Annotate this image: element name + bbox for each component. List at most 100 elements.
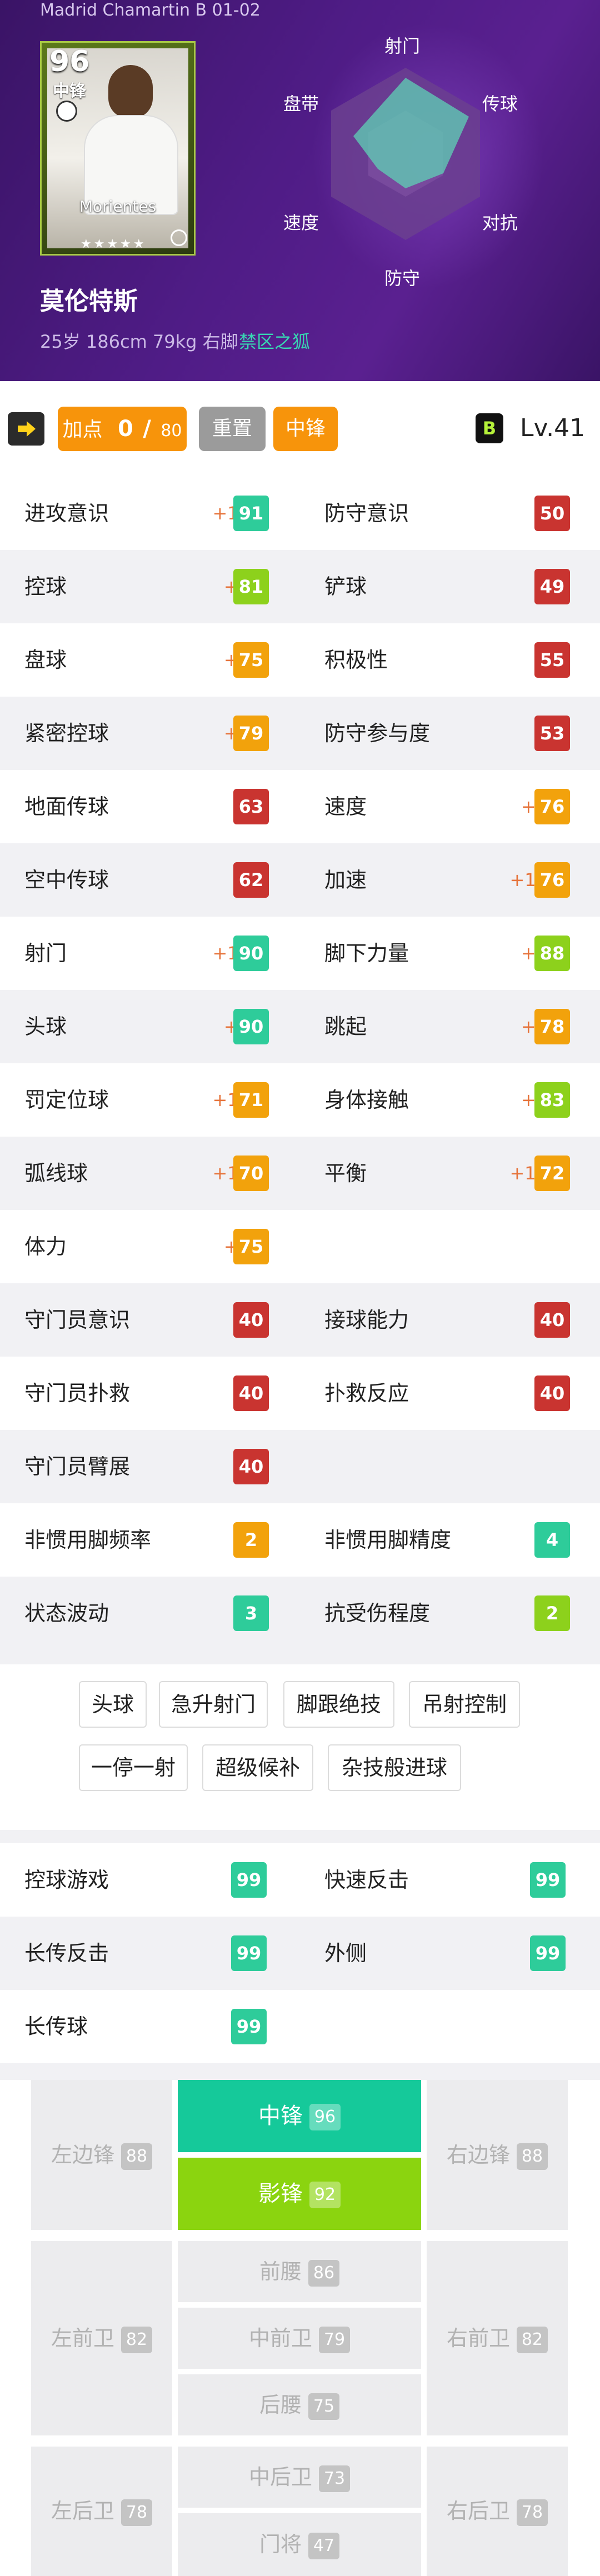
stat-value-badge: 49: [534, 569, 570, 604]
stat-value-badge: 40: [534, 1302, 570, 1338]
position-rb[interactable]: 右后卫 78: [427, 2447, 568, 2576]
stat-value-badge: 40: [233, 1449, 269, 1484]
position-lmf[interactable]: 左前卫 82: [31, 2241, 172, 2435]
playstyle-label: 控球游戏: [24, 1868, 109, 1892]
playstyle-cell: 控球游戏 99: [0, 1843, 300, 1917]
stat-bonus: +6: [436, 990, 547, 1063]
stat-row: 盘球+875 积极性 55: [0, 623, 600, 697]
position-rwf[interactable]: 右边锋 88: [427, 2080, 568, 2230]
stat-value-badge: 71: [233, 1082, 269, 1118]
card-player-name: Morientes: [79, 197, 157, 216]
stat-label: 罚定位球: [24, 1088, 109, 1112]
playstyle-row: 长传反击 99 外侧 99: [0, 1917, 600, 1990]
stat-label: 守门员意识: [24, 1308, 131, 1332]
reset-button[interactable]: 重置: [199, 407, 266, 451]
stat-cell: 紧密控球+879: [0, 697, 300, 770]
playstyle-value-badge: 99: [530, 1935, 566, 1971]
stat-value-badge: 78: [534, 1009, 570, 1044]
skill-tag[interactable]: 脚跟绝技: [283, 1681, 394, 1728]
stat-label: 紧密控球: [24, 721, 109, 746]
stat-value-badge: 63: [233, 789, 269, 824]
stat-label: 控球: [24, 574, 67, 599]
radar-label-dribbling: 盘带: [283, 93, 319, 114]
stat-row: 守门员扑救 40 扑救反应 40: [0, 1357, 600, 1430]
stat-value-badge: 75: [233, 642, 269, 678]
stat-label: 跳起: [324, 1014, 367, 1039]
stat-bonus: +12: [509, 869, 547, 891]
position-cmf[interactable]: 中前卫 79: [178, 2308, 421, 2369]
position-ss[interactable]: 影锋 92: [178, 2158, 421, 2230]
stat-value-badge: 40: [233, 1375, 269, 1411]
stat-row: 罚定位球+1271 身体接触 +683: [0, 1063, 600, 1137]
radar-label-passing: 传球: [482, 93, 518, 114]
stat-row: 弧线球 +12 70 平衡 +12 72: [0, 1137, 600, 1210]
card-subtitle: Madrid Chamartin B 01-02: [40, 1, 261, 20]
stat-cell: 抗受伤程度 2: [300, 1577, 600, 1650]
stat-label: 非惯用脚精度: [324, 1528, 452, 1552]
skill-tag[interactable]: 一停一射: [79, 1744, 188, 1791]
stat-value-badge: 90: [233, 936, 269, 971]
position-select-button[interactable]: 中锋: [273, 407, 338, 451]
stat-cell: 身体接触 +683: [300, 1063, 600, 1137]
stat-label: 平衡: [324, 1161, 367, 1186]
stat-row: 进攻意识 +12 91 防守意识 50: [0, 477, 600, 550]
level-text: Lv.41: [520, 414, 586, 442]
card-rating: 96: [49, 45, 90, 78]
stat-value-badge: 79: [233, 716, 269, 751]
stat-label: 射门: [24, 941, 67, 966]
player-name: 莫伦特斯: [40, 287, 138, 316]
stat-cell: 守门员扑救 40: [0, 1357, 300, 1430]
playstyle-cell: 外侧 99: [300, 1917, 600, 1990]
position-rmf[interactable]: 右前卫 82: [427, 2241, 568, 2435]
stat-row: 空中传球 62 加速 +12 76: [0, 843, 600, 917]
stat-value-badge: 2: [233, 1522, 269, 1558]
stat-row: 控球+881 铲球 49: [0, 550, 600, 623]
club-badge-icon: [56, 101, 77, 122]
position-cf[interactable]: 中锋 96: [178, 2080, 421, 2152]
stat-row: 状态波动 3 抗受伤程度 2: [0, 1577, 600, 1650]
skill-tag[interactable]: 急升射门: [159, 1681, 268, 1728]
skill-tag[interactable]: 头球: [79, 1681, 147, 1728]
points-used: 0: [117, 416, 133, 442]
stat-label: 状态波动: [24, 1601, 109, 1625]
skill-tag[interactable]: 吊射控制: [409, 1681, 520, 1728]
position-amf[interactable]: 前腰 86: [178, 2241, 421, 2302]
position-cb[interactable]: 中后卫 73: [178, 2447, 421, 2508]
player-card[interactable]: 96 中锋 Morientes ★★★★★: [40, 41, 196, 256]
stat-label: 脚下力量: [324, 941, 409, 966]
stat-label: 非惯用脚频率: [24, 1528, 152, 1552]
playstyle-row: 长传球 99: [0, 1990, 600, 2063]
playstyle-cell: 快速反击 99: [300, 1843, 600, 1917]
player-style-tag[interactable]: 禁区之狐: [239, 328, 310, 353]
playstyle-row: 控球游戏 99 快速反击 99: [0, 1843, 600, 1917]
card-position: 中锋: [53, 82, 86, 101]
stat-value-badge: 90: [233, 1009, 269, 1044]
stat-value-badge: 88: [534, 936, 570, 971]
stat-cell: 脚下力量 +888: [300, 917, 600, 990]
stat-row: 守门员意识 40 接球能力 40: [0, 1283, 600, 1357]
stat-label: 守门员臂展: [24, 1454, 131, 1479]
position-dmf[interactable]: 后腰 75: [178, 2374, 421, 2435]
playstyle-value-badge: 99: [231, 1862, 267, 1898]
position-lb[interactable]: 左后卫 78: [31, 2447, 172, 2576]
stat-label: 扑救反应: [324, 1381, 409, 1405]
radar-label-shooting: 射门: [384, 36, 421, 57]
stat-cell: 状态波动 3: [0, 1577, 300, 1650]
stat-cell: 跳起 +678: [300, 990, 600, 1063]
card-stars: ★★★★★: [81, 237, 147, 251]
stat-label: 加速: [324, 868, 367, 892]
add-points-button[interactable]: 加点 0 / 80: [58, 407, 187, 451]
skill-tag[interactable]: 杂技般进球: [328, 1744, 461, 1791]
stat-value-badge: 91: [233, 496, 269, 531]
stat-label: 抗受伤程度: [324, 1601, 431, 1625]
stat-cell: 速度 +876: [300, 770, 600, 843]
stat-cell: 体力+875: [0, 1210, 300, 1283]
position-gk[interactable]: 门将 47: [178, 2513, 421, 2576]
stat-value-badge: 55: [534, 642, 570, 678]
position-lwf[interactable]: 左边锋 88: [31, 2080, 172, 2230]
stat-value-badge: 50: [534, 496, 570, 531]
player-header: Madrid Chamartin B 01-02 96 中锋 Morientes…: [0, 0, 600, 381]
stat-cell: 罚定位球 +12 71: [0, 1063, 300, 1137]
toggle-button[interactable]: [8, 412, 44, 446]
skill-tag[interactable]: 超级候补: [202, 1744, 313, 1791]
